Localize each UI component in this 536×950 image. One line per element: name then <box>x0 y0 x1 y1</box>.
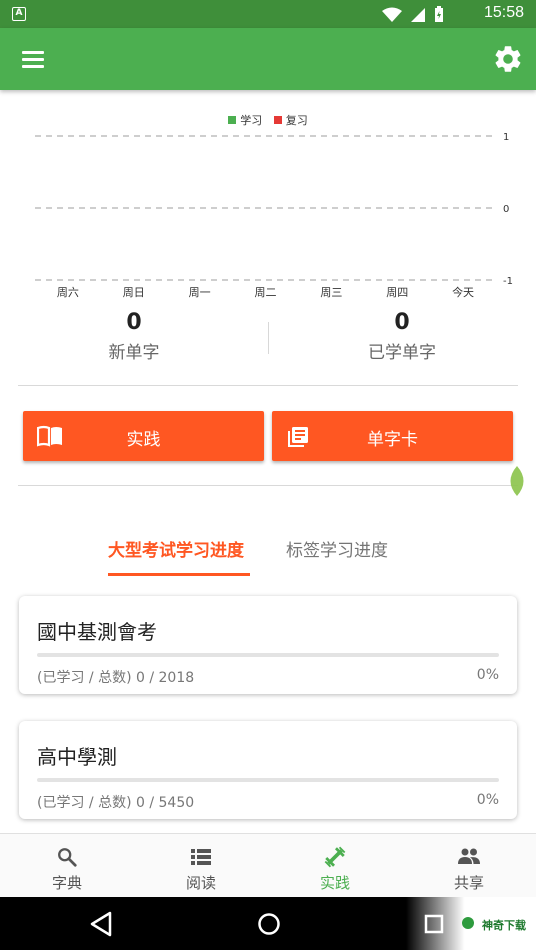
people-icon <box>457 846 481 868</box>
x-tick-label: 周四 <box>386 286 408 299</box>
nav-item-dictionary[interactable]: 字典 <box>0 834 134 898</box>
practice-button[interactable]: 实践 <box>23 411 264 461</box>
back-icon[interactable] <box>88 910 118 938</box>
status-time: 15:58 <box>483 4 524 21</box>
tab-tag-progress[interactable]: 标签学习进度 <box>286 536 388 561</box>
bottom-navigation: 字典 阅读 实践 共享 <box>0 833 536 897</box>
card-title: 國中基測會考 <box>37 620 157 644</box>
nav-label: 共享 <box>453 874 484 892</box>
x-tick-label: 周六 <box>57 286 79 299</box>
progress-bar <box>37 653 499 657</box>
tab-indicator <box>108 573 250 576</box>
x-tick-label: 周三 <box>320 286 342 299</box>
hamburger-menu-icon[interactable] <box>14 43 50 75</box>
progress-percent: 0% <box>476 667 499 683</box>
x-tick-label: 周日 <box>123 286 145 299</box>
watermark: 神奇下载 <box>406 897 536 950</box>
y-tick-label: 0 <box>503 204 509 215</box>
y-tick-label: -1 <box>503 276 513 287</box>
progress-percent: 0% <box>476 792 499 808</box>
stat-label: 新单字 <box>108 343 160 363</box>
nav-label: 字典 <box>51 874 82 892</box>
list-icon <box>189 846 213 868</box>
weekly-chart: 学习 复习 1 0 -1 周六 周日 周一 周二 周三 周四 今天 <box>0 100 536 310</box>
chart-plot: 1 0 -1 周六 周日 周一 周二 周三 周四 今天 <box>35 132 513 299</box>
home-icon[interactable] <box>255 910 285 938</box>
stat-learned-words: 0 已学单字 <box>268 310 536 363</box>
stat-label: 已学单字 <box>368 343 436 363</box>
battery-icon <box>435 6 443 22</box>
nav-label: 阅读 <box>185 874 216 892</box>
nav-label: 实践 <box>319 874 350 892</box>
stats-panel: 0 新单字 0 已学单字 <box>0 310 536 380</box>
exam-progress-card[interactable]: 國中基測會考 (已学习 / 总数) 0 / 2018 0% <box>19 596 517 694</box>
nav-item-reading[interactable]: 阅读 <box>134 834 268 898</box>
nav-item-share[interactable]: 共享 <box>402 834 536 898</box>
wifi-icon <box>382 7 402 22</box>
x-tick-label: 今天 <box>452 285 474 299</box>
progress-text: (已学习 / 总数) 0 / 5450 <box>37 795 195 811</box>
status-bar: A 15:58 <box>0 0 536 28</box>
divider <box>18 385 518 386</box>
signal-icon <box>411 7 425 22</box>
card-title: 高中學測 <box>37 745 117 769</box>
status-icons <box>382 6 444 23</box>
notification-icon: A <box>12 7 26 21</box>
progress-text: (已学习 / 总数) 0 / 2018 <box>37 670 195 686</box>
practice-label: 实践 <box>126 430 161 450</box>
progress-tabs: 大型考试学习进度 标签学习进度 <box>0 530 536 578</box>
stat-value: 0 <box>126 310 142 335</box>
watermark-text: 神奇下载 <box>482 919 526 932</box>
dumbbell-icon <box>323 846 347 868</box>
stat-new-words: 0 新单字 <box>0 310 268 363</box>
y-tick-label: 1 <box>503 132 509 143</box>
flashcards-button[interactable]: 单字卡 <box>272 411 513 461</box>
leaf-floating-icon[interactable] <box>506 466 528 496</box>
x-tick-label: 周二 <box>255 286 277 299</box>
nav-item-practice[interactable]: 实践 <box>268 834 402 898</box>
divider <box>18 485 518 486</box>
search-icon <box>55 846 79 868</box>
watermark-logo-icon <box>462 917 474 929</box>
stat-value: 0 <box>394 310 410 335</box>
progress-bar <box>37 778 499 782</box>
flashcards-label: 单字卡 <box>367 430 418 450</box>
x-tick-label: 周一 <box>189 286 211 299</box>
exam-progress-card[interactable]: 高中學測 (已学习 / 总数) 0 / 5450 0% <box>19 721 517 819</box>
app-bar <box>0 28 536 90</box>
gear-icon[interactable] <box>492 43 524 75</box>
tab-exam-progress[interactable]: 大型考试学习进度 <box>108 536 244 561</box>
